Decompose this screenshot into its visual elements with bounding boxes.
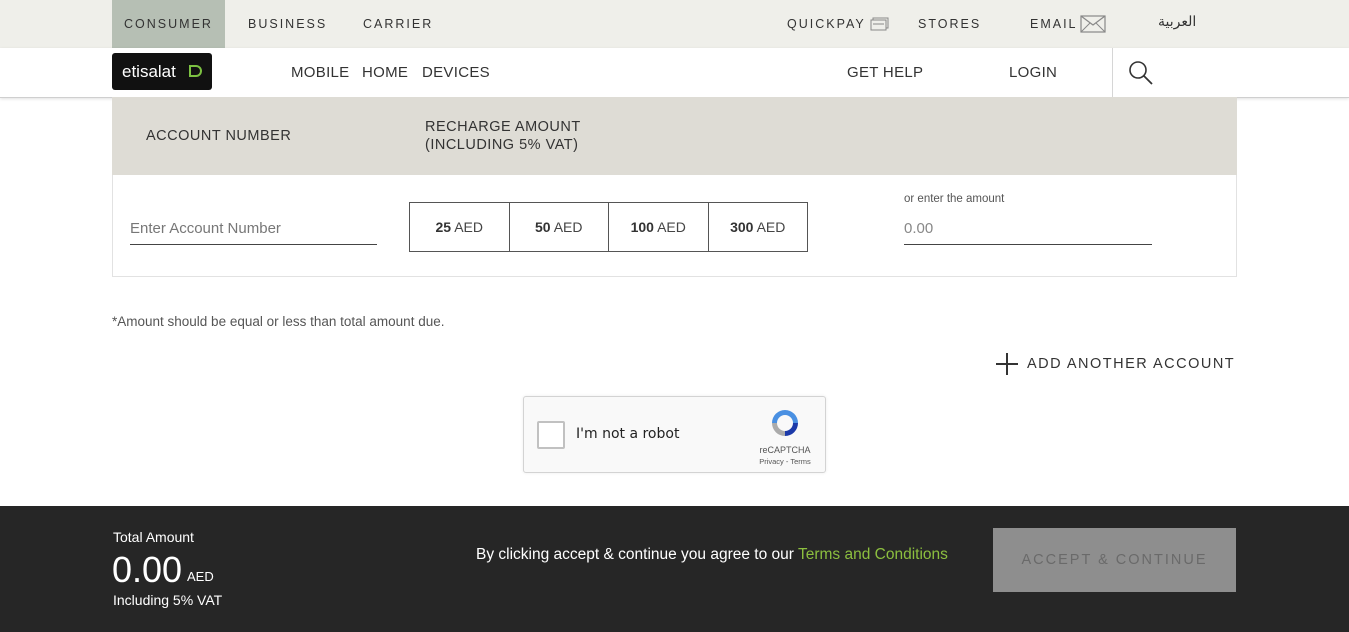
- quickpay-label: QUICKPAY: [787, 17, 866, 31]
- recharge-amount-heading-line2: (INCLUDING 5% VAT): [425, 137, 579, 153]
- recharge-amount-heading-line1: RECHARGE AMOUNT: [425, 119, 581, 135]
- total-amount-label: Total Amount: [113, 529, 194, 545]
- etisalat-logo[interactable]: etisalat: [112, 53, 212, 90]
- envelope-icon: [1080, 15, 1106, 33]
- amount-option-unit: AED: [756, 219, 786, 235]
- vat-note: Including 5% VAT: [113, 592, 223, 608]
- language-arabic-link[interactable]: العربية: [1158, 0, 1196, 45]
- logo-mark-icon: [189, 65, 202, 77]
- amount-note: *Amount should be equal or less than tot…: [112, 314, 445, 329]
- agree-text: By clicking accept & continue you agree …: [476, 546, 798, 563]
- total-amount-currency: AED: [187, 569, 214, 584]
- email-label: EMAIL: [1030, 17, 1078, 31]
- recaptcha-privacy-terms-link[interactable]: Privacy - Terms: [752, 457, 818, 466]
- stores-link[interactable]: STORES: [918, 0, 981, 48]
- nav-login[interactable]: LOGIN: [1009, 48, 1057, 97]
- terms-and-conditions-link[interactable]: Terms and Conditions: [798, 546, 948, 563]
- account-number-input[interactable]: [130, 212, 377, 245]
- logo-text: etisalat: [122, 62, 176, 81]
- add-another-account-label: ADD ANOTHER ACCOUNT: [1027, 356, 1236, 372]
- tab-consumer[interactable]: CONSUMER: [112, 0, 225, 48]
- top-bar: CONSUMER BUSINESS CARRIER QUICKPAY STORE…: [0, 0, 1349, 48]
- accept-continue-button[interactable]: ACCEPT & CONTINUE: [993, 528, 1236, 592]
- nav-mobile[interactable]: MOBILE: [291, 48, 349, 97]
- add-another-account-button[interactable]: ADD ANOTHER ACCOUNT: [996, 352, 1235, 376]
- recharge-amount-heading: RECHARGE AMOUNT (INCLUDING 5% VAT): [425, 118, 581, 154]
- amount-option-unit: AED: [657, 219, 686, 235]
- recaptcha-label: I'm not a robot: [576, 426, 680, 442]
- amount-option-300[interactable]: 300 AED: [709, 203, 808, 251]
- plus-icon: [996, 353, 1018, 375]
- nav-devices[interactable]: DEVICES: [422, 48, 490, 97]
- recaptcha-logo-icon: [772, 410, 798, 436]
- amount-option-unit: AED: [553, 219, 583, 235]
- account-number-heading: ACCOUNT NUMBER: [146, 128, 292, 144]
- amount-option-unit: AED: [454, 219, 483, 235]
- amount-option-value: 100: [630, 219, 654, 235]
- terms-agreement-text: By clicking accept & continue you agree …: [476, 546, 948, 564]
- tab-business[interactable]: BUSINESS: [248, 0, 327, 48]
- main-nav: etisalat MOBILE HOME DEVICES GET HELP LO…: [0, 48, 1349, 98]
- recaptcha-checkbox[interactable]: [537, 421, 565, 449]
- custom-amount-input[interactable]: [904, 212, 1152, 245]
- quickpay-link[interactable]: QUICKPAY: [787, 0, 889, 48]
- recharge-table-row: 25 AED 50 AED 100 AED 300 AED or enter t…: [112, 175, 1237, 277]
- amount-options: 25 AED 50 AED 100 AED 300 AED: [409, 202, 808, 252]
- email-link[interactable]: EMAIL: [1030, 0, 1106, 48]
- amount-option-value: 25: [435, 219, 452, 235]
- nav-get-help[interactable]: GET HELP: [847, 48, 923, 97]
- amount-option-50[interactable]: 50 AED: [510, 203, 609, 251]
- recharge-table-header: ACCOUNT NUMBER RECHARGE AMOUNT (INCLUDIN…: [112, 97, 1237, 175]
- amount-option-25[interactable]: 25 AED: [410, 203, 510, 251]
- tab-carrier[interactable]: CARRIER: [363, 0, 433, 48]
- amount-option-100[interactable]: 100 AED: [609, 203, 709, 251]
- quickpay-icon: [870, 17, 889, 31]
- recaptcha-widget: I'm not a robot reCAPTCHA Privacy - Term…: [523, 396, 826, 473]
- checkout-footer: Total Amount 0.00 AED Including 5% VAT B…: [0, 506, 1349, 632]
- amount-option-value: 50: [535, 219, 551, 235]
- custom-amount-label: or enter the amount: [904, 193, 1005, 205]
- amount-option-value: 300: [730, 219, 754, 235]
- total-amount-value: 0.00: [112, 549, 183, 590]
- recaptcha-brand: reCAPTCHA: [759, 445, 811, 455]
- nav-home[interactable]: HOME: [362, 48, 408, 97]
- nav-divider: [1112, 48, 1113, 97]
- search-icon[interactable]: [1128, 60, 1154, 86]
